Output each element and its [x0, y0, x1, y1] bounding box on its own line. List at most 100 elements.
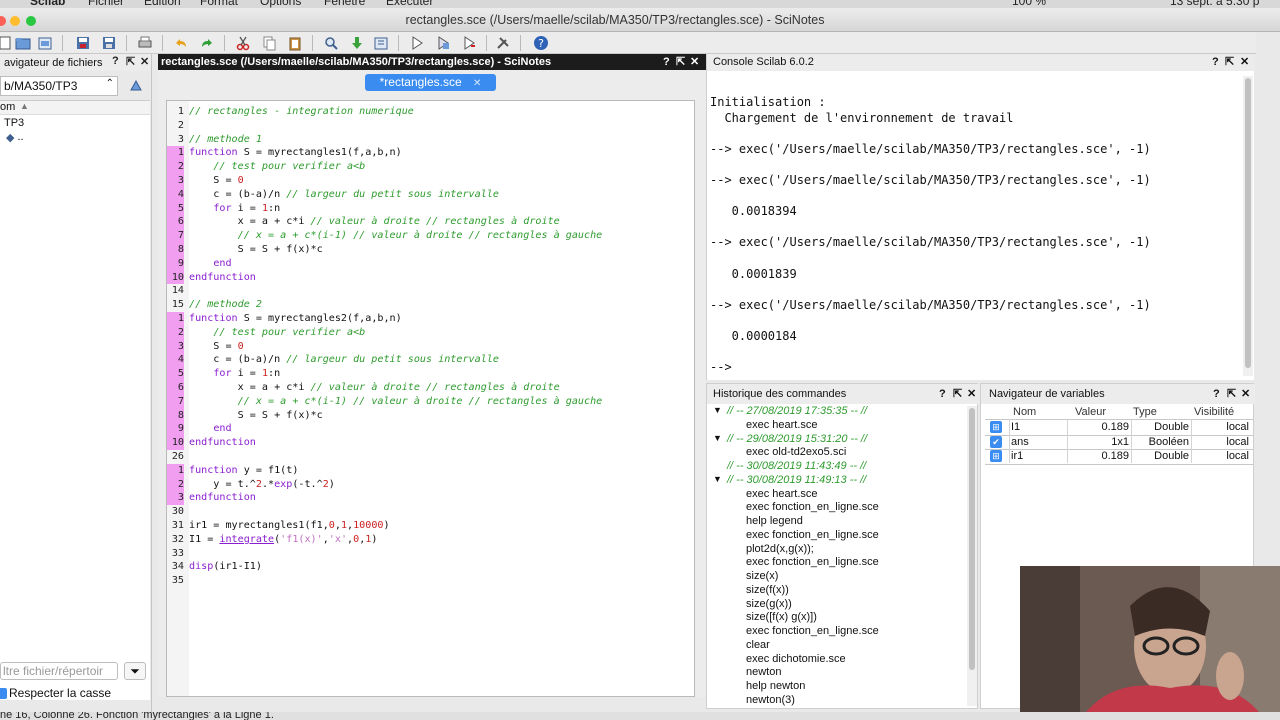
help-icon[interactable]: ?	[939, 384, 946, 404]
menu-executer[interactable]: Exécuter	[386, 0, 433, 8]
code-line[interactable]: 32 I1 = integrate('f1(x)','x',0,1)	[167, 533, 694, 547]
history-command[interactable]: exec heart.sce	[746, 488, 818, 500]
paste-icon[interactable]	[286, 34, 304, 52]
help-icon[interactable]: ?	[1212, 54, 1219, 71]
tree-item-tp3[interactable]: TP3	[4, 117, 24, 129]
find-replace-icon[interactable]	[322, 34, 340, 52]
var-visibility[interactable]: local	[1193, 420, 1249, 434]
code-line[interactable]: 10 endfunction	[167, 436, 694, 450]
expand-arrow-icon[interactable]: ▼	[713, 433, 722, 443]
history-command[interactable]: exec fonction_en_ligne.sce	[746, 501, 879, 513]
expand-arrow-icon[interactable]: ▼	[713, 474, 722, 484]
code-line[interactable]: 7 // x = a + c*(i-1) // valeur à droite …	[167, 394, 694, 409]
code-line[interactable]: 5 for i = 1:n	[167, 201, 694, 216]
help-icon[interactable]: ?	[1213, 384, 1220, 404]
code-line[interactable]: 3 // methode 1	[167, 133, 694, 147]
var-name[interactable]: ir1	[1011, 449, 1067, 463]
cut-icon[interactable]	[234, 34, 252, 52]
history-command[interactable]: size(x)	[746, 570, 778, 582]
tab-close-icon[interactable]: ✕	[473, 78, 481, 89]
var-type[interactable]: Booléen	[1133, 435, 1189, 449]
help-icon[interactable]: ?	[112, 55, 119, 67]
var-type[interactable]: Double	[1133, 420, 1189, 434]
undock-icon[interactable]: ⇱	[126, 55, 135, 68]
expand-arrow-icon[interactable]: ▼	[713, 405, 722, 415]
file-filter-input[interactable]: ltre fichier/répertoir	[0, 662, 118, 680]
scilab-console[interactable]: Console Scilab 6.0.2 ? ⇱ ✕ Initialisatio…	[706, 54, 1255, 380]
code-line[interactable]: 7 // x = a + c*(i-1) // valeur à droite …	[167, 229, 694, 243]
run-icon[interactable]	[408, 34, 426, 52]
var-visibility[interactable]: local	[1193, 435, 1249, 449]
menu-fenetre[interactable]: Fenêtre	[324, 0, 365, 8]
menu-app[interactable]: Scilab	[30, 0, 65, 8]
file-browser-nav-icon[interactable]	[128, 78, 146, 94]
code-line[interactable]: 9 end	[167, 256, 694, 271]
code-line[interactable]: 2 // test pour verifier a<b	[167, 160, 694, 174]
history-command[interactable]: exec dichotomie.sce	[746, 653, 846, 665]
var-type[interactable]: Double	[1133, 449, 1189, 463]
code-line[interactable]: 34 disp(ir1-I1)	[167, 560, 694, 574]
col-header-value[interactable]: Valeur	[1075, 406, 1106, 418]
history-command[interactable]: help newton	[746, 680, 805, 692]
open-file-icon[interactable]	[36, 34, 54, 52]
code-line[interactable]: 35	[167, 574, 694, 588]
var-name[interactable]: I1	[1011, 420, 1067, 434]
tools-icon[interactable]	[494, 34, 512, 52]
execute-file-icon[interactable]	[372, 34, 390, 52]
code-line[interactable]: 8 S = S + f(x)*c	[167, 408, 694, 423]
col-header-type[interactable]: Type	[1133, 406, 1157, 418]
history-command[interactable]: newton	[746, 666, 781, 678]
code-line[interactable]: 6 x = a + c*i // valeur à droite // rect…	[167, 381, 694, 395]
undock-icon[interactable]: ⇱	[676, 54, 685, 70]
var-value[interactable]: 0.189	[1069, 449, 1129, 463]
var-name[interactable]: ans	[1011, 435, 1067, 449]
close-icon[interactable]: ✕	[690, 54, 699, 70]
code-line[interactable]: 2	[167, 119, 694, 133]
history-command[interactable]: exec fonction_en_ligne.sce	[746, 625, 879, 637]
history-command[interactable]: size(f(x))	[746, 584, 789, 596]
code-line[interactable]: 1 // rectangles - integration numerique	[167, 105, 694, 119]
code-line[interactable]: 31 ir1 = myrectangles1(f1,0,1,10000)	[167, 519, 694, 533]
print-icon[interactable]	[136, 34, 154, 52]
menu-fichier[interactable]: Fichier	[88, 0, 124, 8]
help-icon[interactable]: ?	[663, 54, 670, 70]
code-line[interactable]: 2 y = t.^2.*exp(-t.^2)	[167, 477, 694, 492]
history-session[interactable]: // -- 30/08/2019 11:49:13 -- //	[727, 474, 866, 486]
code-line[interactable]: 2 // test pour verifier a<b	[167, 325, 694, 340]
tab-rectangles-sce[interactable]: *rectangles.sce ✕	[365, 74, 496, 91]
run-echo-icon[interactable]	[434, 34, 452, 52]
help-icon[interactable]: ?	[532, 34, 550, 52]
code-line[interactable]: 30	[167, 505, 694, 519]
undo-icon[interactable]	[172, 34, 190, 52]
close-icon[interactable]: ✕	[1241, 384, 1250, 404]
save-as-icon[interactable]	[100, 34, 118, 52]
var-value[interactable]: 1x1	[1069, 435, 1129, 449]
code-line[interactable]: 1 function S = myrectangles1(f,a,b,n)	[167, 146, 694, 161]
code-line[interactable]: 9 end	[167, 422, 694, 437]
code-line[interactable]: 4 c = (b-a)/n // largeur du petit sous i…	[167, 353, 694, 368]
redo-icon[interactable]	[198, 34, 216, 52]
col-header-visibility[interactable]: Visibilité	[1194, 406, 1234, 418]
file-tree-header[interactable]: om ▲	[0, 101, 150, 115]
history-session[interactable]: // -- 30/08/2019 11:43:49 -- //	[727, 460, 866, 472]
console-scrollbar[interactable]	[1243, 76, 1253, 376]
history-session[interactable]: // -- 27/08/2019 17:35:35 -- //	[727, 405, 867, 417]
menu-format[interactable]: Format	[200, 0, 238, 8]
code-area[interactable]: 1// rectangles - integration numerique 2 3…	[166, 100, 695, 697]
close-icon[interactable]: ✕	[1240, 54, 1249, 71]
tree-item-parent[interactable]: ◆ ..	[6, 131, 24, 144]
history-command[interactable]: exec fonction_en_ligne.sce	[746, 556, 879, 568]
code-line[interactable]: 4 c = (b-a)/n // largeur du petit sous i…	[167, 187, 694, 202]
code-line[interactable]: 1 function S = myrectangles2(f,a,b,n)	[167, 312, 694, 326]
code-line[interactable]: 5 for i = 1:n	[167, 367, 694, 381]
code-line[interactable]: 15 // methode 2	[167, 298, 694, 312]
history-command[interactable]: exec fonction_en_ligne.sce	[746, 529, 879, 541]
history-command[interactable]: clear	[746, 639, 770, 651]
file-browser-path-select[interactable]: b/MA350/TP3 ⌃	[0, 76, 118, 96]
history-command[interactable]: plot2d(x,g(x));	[746, 543, 814, 555]
code-line[interactable]: 10 endfunction	[167, 270, 694, 285]
history-command[interactable]: help legend	[746, 515, 803, 527]
history-scrollbar[interactable]	[967, 406, 977, 706]
open-folder-icon[interactable]	[14, 34, 32, 52]
load-into-scilab-icon[interactable]	[348, 34, 366, 52]
